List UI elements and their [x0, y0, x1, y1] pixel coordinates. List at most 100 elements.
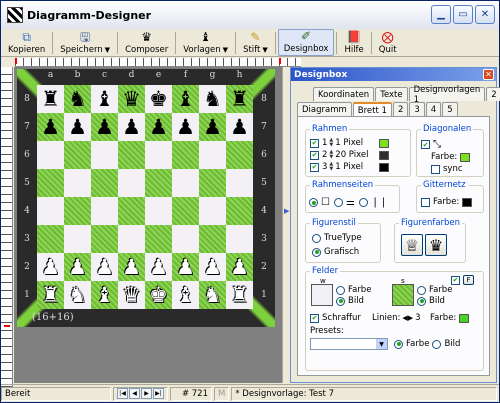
maximize-button[interactable]: ▭ [453, 5, 473, 24]
square-e3[interactable] [145, 225, 172, 253]
first-icon[interactable]: |◀ [117, 388, 128, 399]
square-g7[interactable]: ♟ [199, 113, 226, 141]
last-icon[interactable]: ▶| [153, 388, 164, 399]
spin-right-icon[interactable]: ▶ [408, 314, 413, 322]
square-c3[interactable] [91, 225, 118, 253]
black-pawn-icon[interactable]: ♟ [230, 116, 249, 138]
square-g1[interactable]: ♞ [199, 281, 226, 309]
square-b7[interactable]: ♟ [64, 113, 91, 141]
square-d2[interactable]: ♟ [118, 253, 145, 281]
sync-checkbox[interactable] [431, 164, 440, 174]
square-c5[interactable] [91, 169, 118, 197]
grafisch-radio[interactable] [312, 247, 321, 257]
gitternetz-color-swatch[interactable] [462, 197, 473, 207]
chevron-down-icon[interactable]: ▼ [376, 339, 387, 349]
rahmen-spinner[interactable]: ▲ ▼ [329, 150, 333, 160]
chessboard[interactable]: ♜ ♞ ♝ ♛ ♚ ♝ ♞ ♜ ♟ ♟ ♟ ♟ ♟ ♟ ♟ ♟ ♟ ♟ ♟ ♟ ♟ ♟ ♟ ♟ ♜ ♞ ♝ ♛ ♚ ♝ ♞ ♜ [37, 85, 253, 309]
rahmen-spinner[interactable]: ▲ ▼ [329, 138, 333, 148]
diagonalen-color-swatch[interactable] [460, 152, 471, 162]
rahmen-checkbox[interactable]: ✔ [310, 138, 319, 148]
square-h1[interactable]: ♜ [226, 281, 253, 309]
tab-row1-0[interactable]: Koordinaten [313, 87, 375, 101]
stift-button[interactable]: ✎ Stift ▼ [238, 29, 273, 56]
tab-row2-5[interactable]: 5 [442, 102, 458, 116]
square-h5[interactable] [226, 169, 253, 197]
rahmen-spinner[interactable]: ▲ ▼ [329, 162, 333, 172]
schraffur-color-swatch[interactable] [459, 313, 470, 323]
white-pawn-icon[interactable]: ♟ [176, 256, 195, 278]
collapse-arrow-icon[interactable]: ▶ [284, 207, 289, 215]
tab-row1-2[interactable]: Designvorlagen 1 [408, 85, 486, 105]
square-d3[interactable] [118, 225, 145, 253]
gitternetz-checkbox[interactable] [421, 197, 430, 207]
square-a3[interactable] [37, 225, 64, 253]
square-f5[interactable] [172, 169, 199, 197]
white-square-preview[interactable] [311, 284, 333, 306]
square-c4[interactable] [91, 197, 118, 225]
square-c2[interactable]: ♟ [91, 253, 118, 281]
white-pawn-icon[interactable]: ♟ [149, 256, 168, 278]
truetype-radio[interactable] [312, 233, 321, 243]
black-knight-icon[interactable]: ♞ [203, 88, 222, 110]
speichern-button[interactable]: 🖫 Speichern ▼ [55, 29, 115, 56]
square-b1[interactable]: ♞ [64, 281, 91, 309]
square-d5[interactable] [118, 169, 145, 197]
tab-row1-1[interactable]: Texte [375, 87, 408, 101]
tab-row2-2[interactable]: 2 [392, 102, 409, 116]
dropdown-arrow-icon[interactable]: ▼ [262, 46, 267, 54]
vorlagen-button[interactable]: ♝ Vorlagen ▼ [178, 29, 233, 56]
black-pawn-icon[interactable]: ♟ [41, 116, 60, 138]
close-button[interactable]: ✕ [475, 5, 495, 24]
square-d6[interactable] [118, 141, 145, 169]
black-pieces-button[interactable]: ♛ [425, 234, 447, 256]
white-pawn-icon[interactable]: ♟ [203, 256, 222, 278]
tab-row2-0[interactable]: Diagramm [297, 102, 352, 116]
square-e7[interactable]: ♟ [145, 113, 172, 141]
white-knight-icon[interactable]: ♞ [68, 284, 87, 306]
square-b5[interactable] [64, 169, 91, 197]
square-g8[interactable]: ♞ [199, 85, 226, 113]
dropdown-arrow-icon[interactable]: ▼ [223, 46, 228, 54]
square-c7[interactable]: ♟ [91, 113, 118, 141]
square-f8[interactable]: ♝ [172, 85, 199, 113]
rahmenseiten-horizontal-radio[interactable] [333, 198, 343, 207]
black-king-icon[interactable]: ♚ [149, 88, 168, 110]
square-h8[interactable]: ♜ [226, 85, 253, 113]
square-a1[interactable]: ♜ [37, 281, 64, 309]
square-a4[interactable] [37, 197, 64, 225]
square-a5[interactable] [37, 169, 64, 197]
white-bild-radio[interactable] [336, 296, 345, 306]
square-g6[interactable] [199, 141, 226, 169]
square-f6[interactable] [172, 141, 199, 169]
black-queen-icon[interactable]: ♛ [122, 88, 141, 110]
tab-row2-4[interactable]: 4 [425, 102, 442, 116]
next-icon[interactable]: ▶ [141, 388, 152, 399]
square-f7[interactable]: ♟ [172, 113, 199, 141]
square-a2[interactable]: ♟ [37, 253, 64, 281]
black-farbe-radio[interactable] [417, 285, 426, 295]
black-square-preview[interactable] [392, 284, 414, 306]
white-knight-icon[interactable]: ♞ [203, 284, 222, 306]
square-g3[interactable] [199, 225, 226, 253]
black-bild-radio[interactable] [417, 296, 426, 306]
white-rook-icon[interactable]: ♜ [230, 284, 249, 306]
black-pawn-icon[interactable]: ♟ [176, 116, 195, 138]
black-knight-icon[interactable]: ♞ [68, 88, 87, 110]
square-f1[interactable]: ♝ [172, 281, 199, 309]
square-a6[interactable] [37, 141, 64, 169]
felder-f-checkbox[interactable]: ✔ [451, 275, 460, 285]
black-rook-icon[interactable]: ♜ [41, 88, 60, 110]
rahmen-color-swatch[interactable] [379, 138, 390, 148]
square-e1[interactable]: ♚ [145, 281, 172, 309]
minimize-button[interactable]: ▁ [431, 5, 451, 24]
rahmenseiten-vertical-radio[interactable] [358, 198, 368, 207]
square-d4[interactable] [118, 197, 145, 225]
white-pieces-button[interactable]: ♕ [401, 234, 423, 256]
square-a8[interactable]: ♜ [37, 85, 64, 113]
white-pawn-icon[interactable]: ♟ [41, 256, 60, 278]
square-h2[interactable]: ♟ [226, 253, 253, 281]
black-pawn-icon[interactable]: ♟ [68, 116, 87, 138]
square-c6[interactable] [91, 141, 118, 169]
hilfe-button[interactable]: 📕 Hilfe [339, 29, 368, 56]
square-d7[interactable]: ♟ [118, 113, 145, 141]
